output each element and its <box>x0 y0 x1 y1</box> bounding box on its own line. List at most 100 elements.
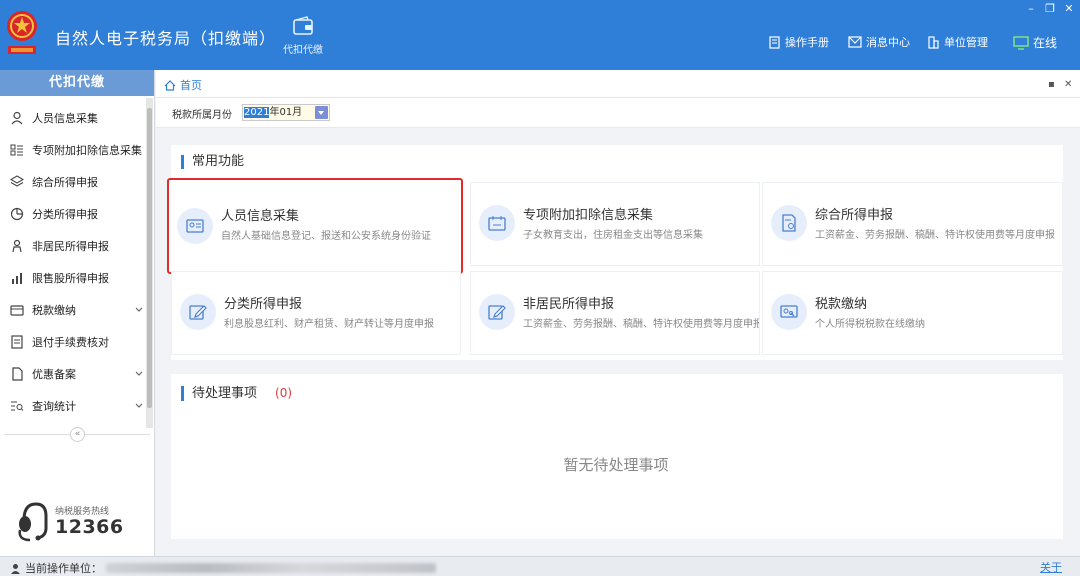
pie-icon <box>10 207 24 221</box>
minimize-button[interactable]: – <box>1024 2 1038 15</box>
month-dropdown-button[interactable] <box>315 106 328 119</box>
card-title: 税款缴纳 <box>815 297 868 312</box>
sidebar-item-special-deduction[interactable]: 专项附加扣除信息采集 <box>0 134 146 166</box>
sidebar-scrollbar[interactable] <box>146 98 153 428</box>
sidebar-item-label: 综合所得申报 <box>32 176 98 189</box>
user-icon <box>11 111 23 125</box>
online-label: 在线 <box>1033 36 1058 50</box>
close-button[interactable]: ✕ <box>1062 2 1076 15</box>
chevron-down-icon <box>135 307 143 312</box>
card-title: 综合所得申报 <box>815 208 894 223</box>
status-bar: 当前操作单位： 关于 <box>0 556 1080 576</box>
wallet-icon <box>10 305 24 316</box>
card-special-deduction[interactable]: 专项附加扣除信息采集 子女教育支出，住房租金支出等信息采集 <box>470 182 760 266</box>
card-title: 分类所得申报 <box>224 297 303 312</box>
redacted-unit-name <box>106 563 436 573</box>
sidebar-item-tax-payment[interactable]: 税款缴纳 <box>0 294 146 326</box>
card-nonresident-income[interactable]: 非居民所得申报 工资薪金、劳务报酬、稿酬、特许权使用费等月度申报 <box>470 271 760 355</box>
tax-month-rest: 年01月 <box>269 107 303 118</box>
edit-icon <box>180 294 216 330</box>
tax-emblem-icon <box>7 11 37 54</box>
sidebar-item-comprehensive-income[interactable]: 综合所得申报 <box>0 166 146 198</box>
document-icon <box>12 367 23 381</box>
sidebar-item-label: 非居民所得申报 <box>32 240 109 253</box>
message-center-link[interactable]: 消息中心 <box>848 34 910 50</box>
card-description: 个人所得税税款在线缴纳 <box>815 319 925 330</box>
sidebar-item-query-statistics[interactable]: 查询统计 <box>0 390 146 422</box>
sidebar-item-label: 查询统计 <box>32 400 76 413</box>
sidebar-item-label: 优惠备案 <box>32 368 76 381</box>
withholding-function-button[interactable]: 代扣代缴 <box>278 16 328 56</box>
pending-empty-message: 暂无待处理事项 <box>563 456 669 474</box>
pending-items-title: 待处理事项 (0) <box>181 386 292 401</box>
home-label: 首页 <box>180 79 202 92</box>
card-classified-income[interactable]: 分类所得申报 利息股息红利、财产租赁、财产转让等月度申报 <box>171 271 461 355</box>
chevron-down-icon <box>135 371 143 376</box>
sidebar-item-label: 人员信息采集 <box>32 112 98 125</box>
card-title: 专项附加扣除信息采集 <box>523 208 654 223</box>
card-tax-payment[interactable]: 税款缴纳 个人所得税税款在线缴纳 <box>762 271 1063 355</box>
pending-title-text: 待处理事项 <box>192 386 258 401</box>
message-center-label: 消息中心 <box>866 36 910 49</box>
title-bar: 自然人电子税务局（扣缴端） 代扣代缴 – ❐ ✕ 操作手册 消息中心 单位管理 … <box>0 0 1080 70</box>
maximize-button[interactable]: ❐ <box>1043 2 1057 15</box>
building-icon <box>928 35 939 49</box>
current-unit-label: 当前操作单位： <box>25 562 102 575</box>
card-comprehensive-income[interactable]: 综合所得申报 工资薪金、劳务报酬、稿酬、特许权使用费等月度申报 <box>762 182 1063 266</box>
pending-count: (0) <box>275 386 293 400</box>
about-link[interactable]: 关于 <box>1040 559 1062 575</box>
sidebar-item-preferential-filing[interactable]: 优惠备案 <box>0 358 146 390</box>
manual-link[interactable]: 操作手册 <box>768 34 829 50</box>
close-tab-button[interactable]: ✕ <box>1064 79 1072 90</box>
main-content: 首页 ▪ ✕ 税款所属月份 2021年01月 常用功能 人员信息采集 自然人基础… <box>156 70 1080 556</box>
chevron-down-icon <box>135 403 143 408</box>
sidebar-item-personnel-info[interactable]: 人员信息采集 <box>0 102 146 134</box>
manual-icon <box>769 35 780 49</box>
online-status[interactable]: 在线 <box>1013 34 1057 51</box>
home-tab[interactable]: 首页 <box>164 77 202 93</box>
calendar-tax-icon <box>479 205 515 241</box>
sidebar-collapse-button[interactable]: « <box>70 427 85 442</box>
wallet-icon <box>293 16 313 35</box>
monitor-icon <box>1013 35 1029 50</box>
card-personnel-info[interactable]: 人员信息采集 自然人基础信息登记、报送和公安系统身份验证 <box>167 178 463 274</box>
search-list-icon <box>11 401 24 411</box>
mail-icon <box>848 36 862 48</box>
card-description: 子女教育支出，住房租金支出等信息采集 <box>523 230 703 241</box>
edit-icon <box>479 294 515 330</box>
payment-icon <box>771 294 807 330</box>
receipt-icon <box>11 335 23 349</box>
pending-items-panel: 待处理事项 (0) 暂无待处理事项 <box>171 374 1063 539</box>
sidebar: 代扣代缴 人员信息采集 专项附加扣除信息采集 综合所得申报 分类所得申报 非居民… <box>0 70 155 556</box>
headset-icon <box>18 502 48 542</box>
home-icon <box>164 79 176 91</box>
person-icon <box>12 239 22 253</box>
func-button-label: 代扣代缴 <box>283 45 323 56</box>
common-functions-panel: 常用功能 人员信息采集 自然人基础信息登记、报送和公安系统身份验证 专项附加扣除… <box>167 145 1063 360</box>
unit-management-label: 单位管理 <box>944 36 988 49</box>
tax-month-year-selected: 2021 <box>244 107 270 118</box>
sidebar-item-refund-fee-check[interactable]: 退付手续费核对 <box>0 326 146 358</box>
sidebar-header: 代扣代缴 <box>0 70 154 96</box>
sidebar-item-classified-income[interactable]: 分类所得申报 <box>0 198 146 230</box>
current-unit: 当前操作单位： <box>10 560 436 576</box>
card-description: 利息股息红利、财产租赁、财产转让等月度申报 <box>224 319 434 330</box>
common-functions-title: 常用功能 <box>181 155 244 169</box>
breadcrumb: 首页 ▪ ✕ <box>156 70 1080 98</box>
manual-label: 操作手册 <box>785 36 829 49</box>
id-card-icon <box>177 208 213 244</box>
card-title: 人员信息采集 <box>221 209 300 224</box>
list-icon <box>10 144 23 156</box>
app-title: 自然人电子税务局（扣缴端） <box>55 29 277 48</box>
unit-management-link[interactable]: 单位管理 <box>927 34 988 50</box>
card-description: 工资薪金、劳务报酬、稿酬、特许权使用费等月度申报 <box>523 319 760 330</box>
restore-panel-button[interactable]: ▪ <box>1048 79 1055 90</box>
filter-bar: 税款所属月份 2021年01月 <box>156 98 1080 128</box>
card-description: 工资薪金、劳务报酬、稿酬、特许权使用费等月度申报 <box>815 230 1055 241</box>
scrollbar-thumb[interactable] <box>147 108 152 408</box>
hotline-number: 12366 <box>55 516 124 538</box>
sidebar-item-nonresident-income[interactable]: 非居民所得申报 <box>0 230 146 262</box>
tax-month-input[interactable]: 2021年01月 <box>242 104 330 121</box>
sidebar-item-restricted-shares[interactable]: 限售股所得申报 <box>0 262 146 294</box>
report-icon <box>771 205 807 241</box>
